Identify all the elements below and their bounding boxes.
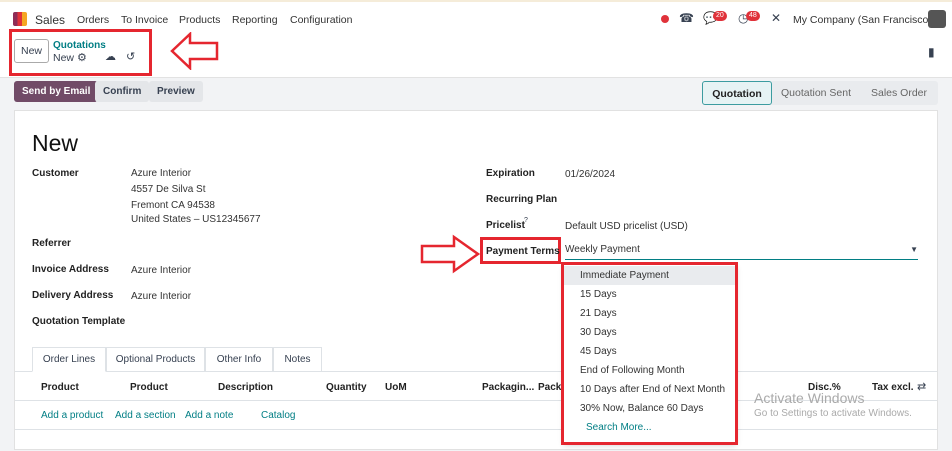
- send-by-email-button[interactable]: Send by Email: [14, 81, 99, 102]
- table-footer: [15, 429, 937, 430]
- quotation-template-label: Quotation Template: [32, 316, 126, 327]
- add-product-link[interactable]: Add a product: [41, 410, 103, 421]
- expiration-label: Expiration: [486, 168, 535, 179]
- company-switcher[interactable]: My Company (San Francisco): [793, 14, 932, 26]
- chevron-down-icon[interactable]: ▼: [910, 245, 918, 254]
- payment-terms-input[interactable]: Weekly Payment ▼: [565, 244, 918, 260]
- save-cloud-icon[interactable]: ☁: [105, 50, 116, 63]
- avatar[interactable]: [928, 10, 946, 28]
- watermark-subtitle: Go to Settings to activate Windows.: [754, 408, 912, 419]
- phone-icon[interactable]: ☎: [679, 11, 694, 25]
- nav-configuration[interactable]: Configuration: [290, 14, 352, 26]
- add-note-link[interactable]: Add a note: [185, 410, 233, 421]
- invoice-address-label: Invoice Address: [32, 264, 109, 275]
- annotation-arrow-right-icon: [420, 234, 481, 274]
- customer-city: Fremont CA 94538: [131, 200, 215, 211]
- pricelist-label: Pricelist: [486, 220, 525, 231]
- bookmark-icon[interactable]: ▮: [928, 45, 935, 59]
- control-panel: New Quotations New ⚙ ☁ ↺ ▮: [0, 29, 952, 78]
- pricelist-help-icon[interactable]: ?: [524, 217, 528, 224]
- tab-other-info[interactable]: Other Info: [205, 347, 273, 371]
- column-settings-icon[interactable]: ⇄: [917, 380, 926, 393]
- stage-sales-order[interactable]: Sales Order: [862, 81, 936, 105]
- nav-reporting[interactable]: Reporting: [232, 14, 278, 26]
- sales-app-icon[interactable]: [13, 12, 27, 26]
- delivery-address-field[interactable]: Azure Interior: [131, 291, 191, 302]
- customer-name[interactable]: Azure Interior: [131, 168, 191, 179]
- column-product-variant[interactable]: Product: [130, 382, 168, 393]
- annotation-box: [561, 262, 738, 445]
- nav-orders[interactable]: Orders: [77, 14, 109, 26]
- tools-icon[interactable]: ✕: [771, 11, 781, 25]
- new-button[interactable]: New: [14, 39, 49, 63]
- record-name: New: [53, 52, 75, 64]
- customer-street: 4557 De Silva St: [131, 184, 206, 195]
- column-product[interactable]: Product: [41, 382, 79, 393]
- recurring-plan-label: Recurring Plan: [486, 194, 558, 205]
- nav-to-invoice[interactable]: To Invoice: [121, 14, 168, 26]
- referrer-label: Referrer: [32, 238, 71, 249]
- tab-notes[interactable]: Notes: [273, 347, 322, 371]
- column-description[interactable]: Description: [218, 382, 273, 393]
- activities-badge: 48: [746, 11, 760, 21]
- confirm-button[interactable]: Confirm: [95, 81, 150, 102]
- invoice-address-field[interactable]: Azure Interior: [131, 265, 191, 276]
- expiration-field[interactable]: 01/26/2024: [565, 169, 615, 180]
- discard-icon[interactable]: ↺: [126, 50, 135, 63]
- delivery-address-label: Delivery Address: [32, 290, 114, 301]
- customer-label: Customer: [32, 168, 79, 179]
- catalog-link[interactable]: Catalog: [261, 410, 295, 421]
- tab-optional-products[interactable]: Optional Products: [106, 347, 205, 371]
- nav-products[interactable]: Products: [179, 14, 220, 26]
- messages-badge: 20: [713, 11, 727, 21]
- breadcrumb-quotations[interactable]: Quotations: [53, 40, 106, 51]
- status-dot-icon: [661, 15, 669, 23]
- payment-terms-value: Weekly Payment: [565, 244, 640, 255]
- column-packaging[interactable]: Packagin...: [482, 382, 534, 393]
- gear-icon[interactable]: ⚙: [77, 51, 87, 64]
- pricelist-field[interactable]: Default USD pricelist (USD): [565, 221, 688, 232]
- customer-country: United States – US12345677: [131, 214, 261, 225]
- add-section-link[interactable]: Add a section: [115, 410, 176, 421]
- app-name[interactable]: Sales: [35, 13, 65, 27]
- column-uom[interactable]: UoM: [385, 382, 407, 393]
- stage-quotation[interactable]: Quotation: [702, 81, 772, 105]
- stage-quotation-sent[interactable]: Quotation Sent: [776, 81, 856, 105]
- column-quantity[interactable]: Quantity: [326, 382, 367, 393]
- page-title: New: [32, 130, 79, 156]
- tab-order-lines[interactable]: Order Lines: [32, 347, 106, 372]
- column-tax-excl[interactable]: Tax excl.: [872, 382, 914, 393]
- watermark-title: Activate Windows: [754, 390, 865, 406]
- preview-button[interactable]: Preview: [149, 81, 203, 102]
- payment-terms-label: Payment Terms: [486, 246, 560, 257]
- annotation-arrow-left-icon: [170, 32, 219, 70]
